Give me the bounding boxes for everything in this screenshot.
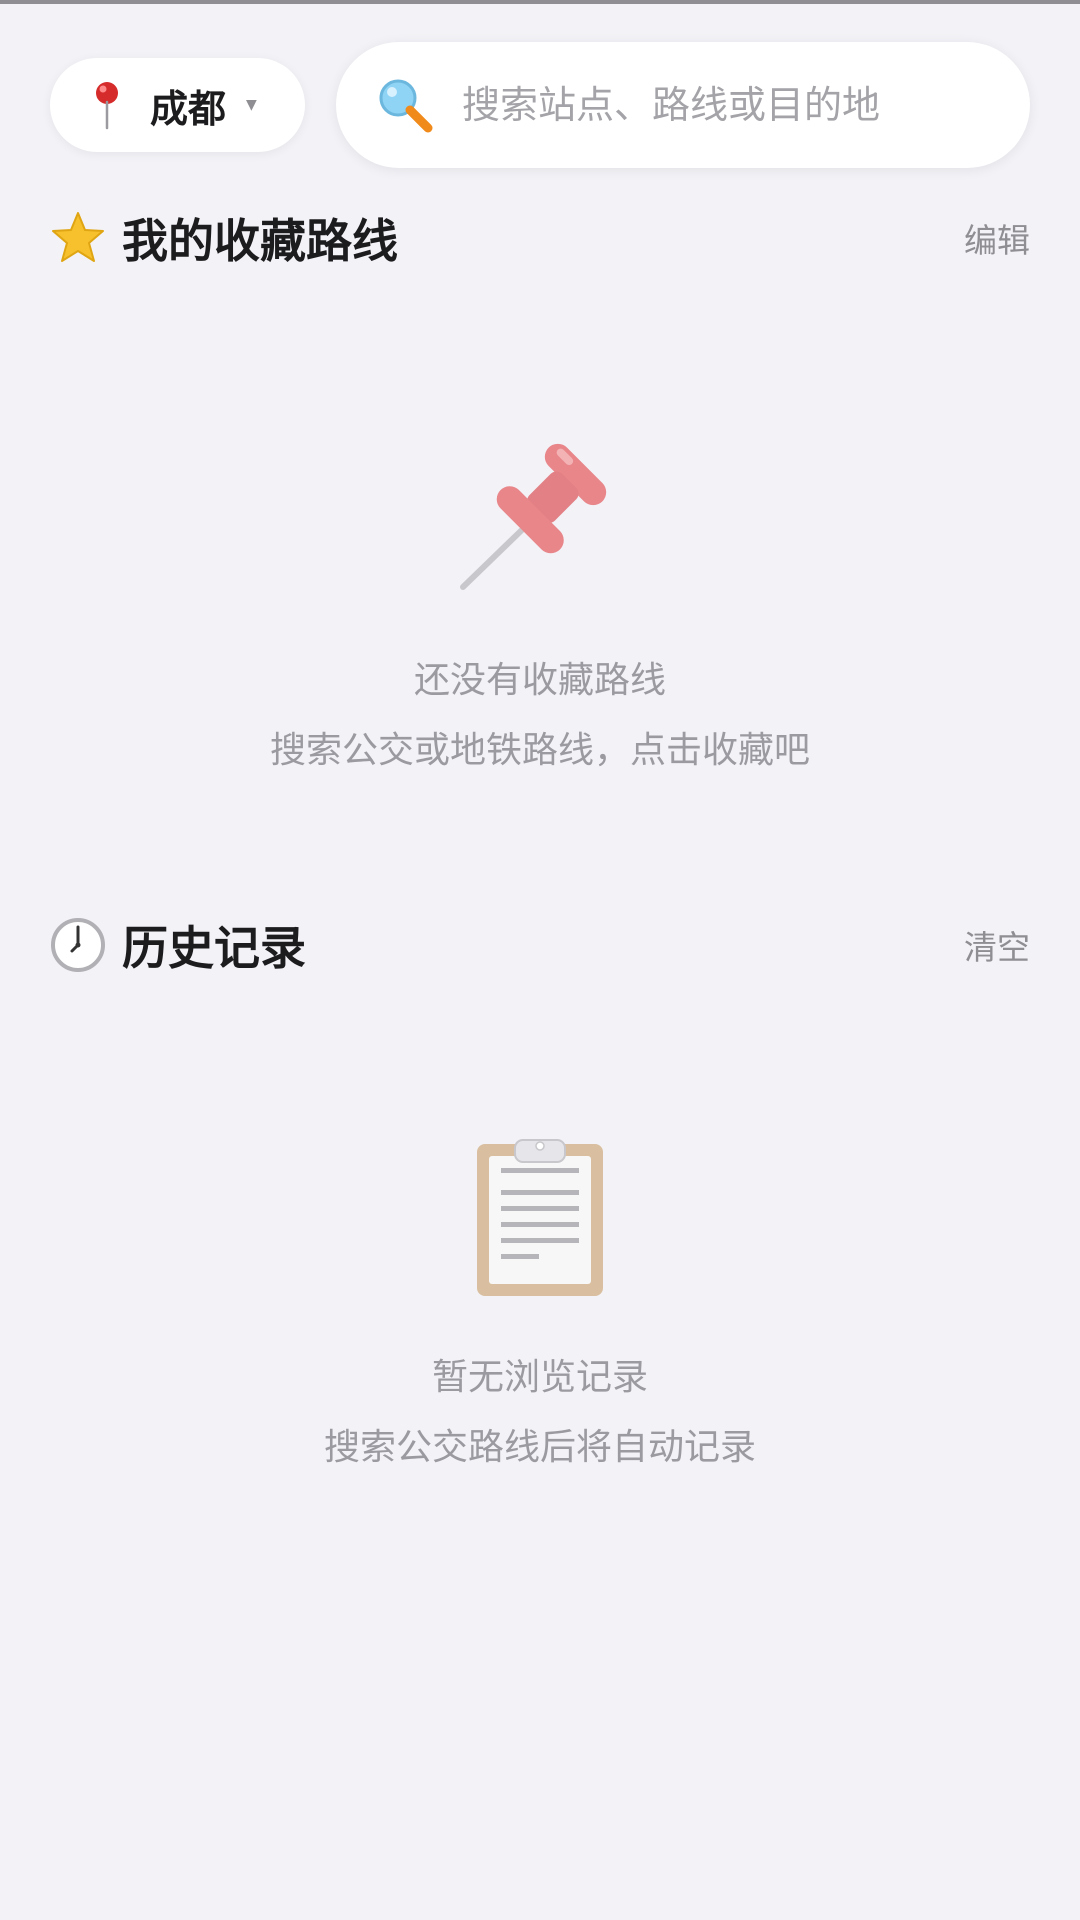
pushpin-icon [460,443,607,590]
favorites-empty-title: 还没有收藏路线 [413,660,666,701]
history-header: 历史记录 清空 [50,910,1030,980]
search-icon [379,79,433,133]
clipboard-icon [477,1139,603,1296]
city-name: 成都 [150,86,227,131]
location-pin-icon [96,82,118,130]
search-bar[interactable] [336,42,1030,168]
favorites-empty-state: 还没有收藏路线 搜索公交或地铁路线，点击收藏吧 [0,425,1080,773]
favorites-title: 我的收藏路线 [122,214,398,268]
favorites-header: 我的收藏路线 编辑 [50,203,1030,273]
star-icon [52,212,104,262]
app-screen: 成都 ▼ 我的收藏路线 编辑 还没有收藏路线 搜索公交或地铁 [0,0,1080,1920]
edit-button[interactable]: 编辑 [964,214,1030,262]
search-input[interactable] [462,83,1002,127]
clock-icon [51,918,105,972]
top-divider [0,0,1080,4]
clear-button[interactable]: 清空 [964,921,1030,969]
favorites-empty-hint: 搜索公交或地铁路线，点击收藏吧 [269,730,810,771]
chevron-down-icon: ▼ [246,97,257,113]
history-title: 历史记录 [122,921,306,975]
history-empty-title: 暂无浏览记录 [431,1357,648,1398]
city-selector[interactable]: 成都 ▼ [50,58,305,152]
history-empty-hint: 搜索公交路线后将自动记录 [323,1427,756,1468]
history-empty-state: 暂无浏览记录 搜索公交路线后将自动记录 [0,1138,1080,1470]
